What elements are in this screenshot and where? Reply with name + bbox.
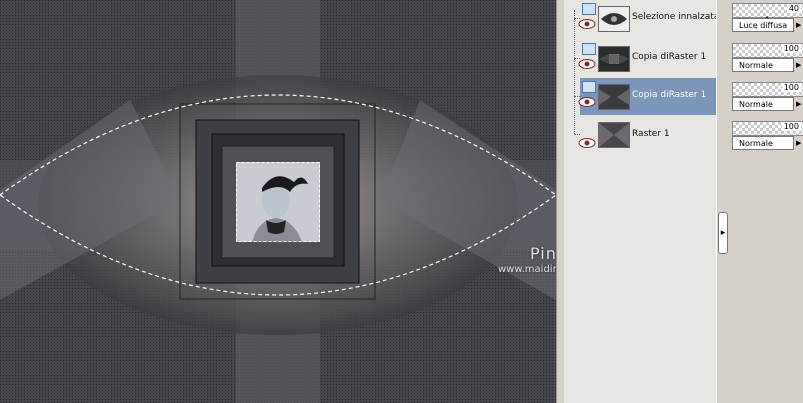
blend-mode-select[interactable]: Normale <box>732 97 794 111</box>
raster-thumb-icon <box>598 46 630 72</box>
opacity-slider[interactable]: 100 <box>732 43 803 58</box>
portrait-image <box>236 162 320 242</box>
blend-mode-select[interactable]: Luce diffusa <box>732 18 794 32</box>
layer-props-3: 100 Normale ▶ <box>730 119 803 155</box>
layer-name: Copia diRaster 1 <box>632 52 707 62</box>
blend-mode-select[interactable]: Normale <box>732 136 794 150</box>
opacity-slider[interactable]: 100 <box>732 121 803 136</box>
eye-visibility-icon[interactable] <box>578 137 596 149</box>
opacity-value: 100 <box>781 83 801 92</box>
layer-props-0: 40 Luce diffusa ▶ <box>730 1 803 37</box>
dropdown-arrow-icon[interactable]: ▶ <box>796 98 803 110</box>
opacity-value: 100 <box>781 122 801 131</box>
dropdown-arrow-icon[interactable]: ▶ <box>796 19 803 31</box>
layer-row-copia-raster-1-top[interactable]: Copia diRaster 1 <box>564 40 716 77</box>
eye-visibility-icon[interactable] <box>578 58 596 70</box>
blend-mode-select[interactable]: Normale <box>732 58 794 72</box>
selection-thumb-icon <box>598 6 630 32</box>
opacity-slider[interactable]: 100 <box>732 82 803 97</box>
image-canvas[interactable]: Pinuccia www.maidiregrafica.eu <box>0 0 556 403</box>
eye-visibility-icon[interactable] <box>578 96 596 108</box>
layer-properties-panel: 40 Luce diffusa ▶ 100 Normale ▶ 100 Norm… <box>728 0 803 403</box>
opacity-value: 100 <box>781 44 801 53</box>
layer-name: Raster 1 <box>632 129 670 139</box>
layer-type-icon <box>582 3 596 15</box>
watermark-site: www.maidiregrafica.eu <box>498 264 556 275</box>
raster-thumb-icon <box>598 122 630 148</box>
layer-name: Copia diRaster 1 <box>632 90 707 100</box>
layer-row-copia-raster-1-selected[interactable]: Copia diRaster 1 <box>564 78 716 115</box>
raster-thumb-icon <box>598 84 630 110</box>
dropdown-arrow-icon[interactable]: ▶ <box>796 137 803 149</box>
collapse-arrow-icon[interactable]: ▸ <box>718 212 728 254</box>
watermark-name: Pinuccia <box>530 244 556 263</box>
layer-type-icon <box>582 81 596 93</box>
opacity-slider[interactable]: 40 <box>732 3 803 22</box>
layer-row-raster-1[interactable]: Raster 1 <box>564 117 716 154</box>
layer-row-selezione-innalzata[interactable]: Selezione innalzata <box>564 0 720 37</box>
layer-props-1: 100 Normale ▶ <box>730 41 803 77</box>
layer-name: Selezione innalzata <box>632 12 720 22</box>
eye-visibility-icon[interactable] <box>578 18 596 30</box>
dropdown-arrow-icon[interactable]: ▶ <box>796 59 803 71</box>
tree-connector <box>574 134 580 135</box>
layers-palette: Selezione innalzata Copia diRaster 1 Cop… <box>564 0 720 403</box>
layer-type-icon <box>582 43 596 55</box>
opacity-value: 40 <box>786 4 801 13</box>
layer-props-2: 100 Normale ▶ <box>730 80 803 116</box>
